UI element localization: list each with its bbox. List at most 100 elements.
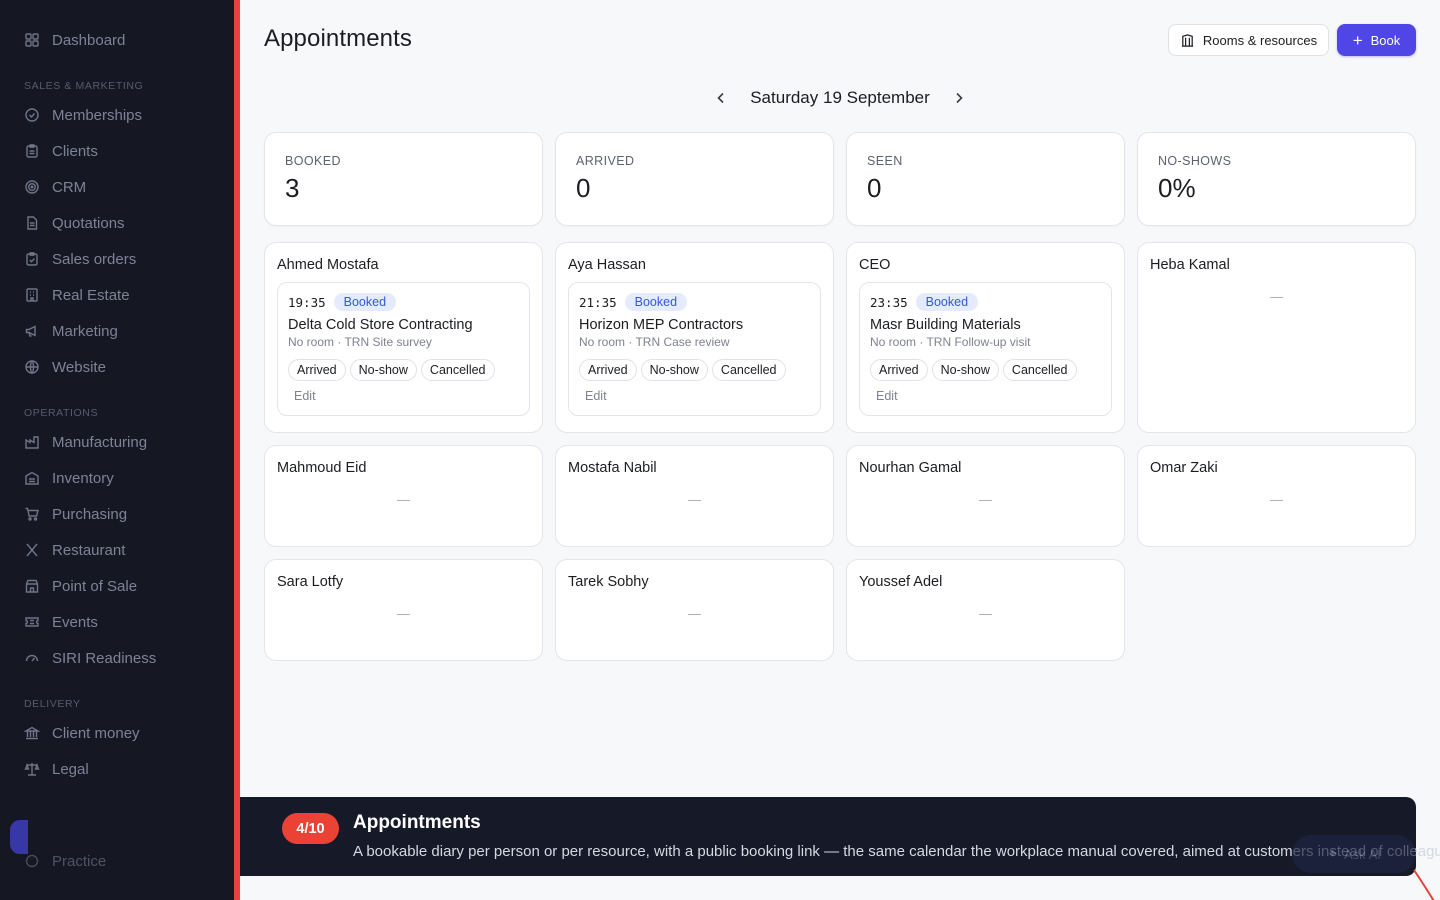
no-show-button[interactable]: No-show <box>640 359 708 381</box>
appointment-meta: No room · TRN Site survey <box>288 335 432 349</box>
sidebar-item-client-money[interactable]: Client money <box>0 715 234 751</box>
sidebar-item-siri-readiness[interactable]: SIRI Readiness <box>0 640 234 676</box>
person-card: Youssef Adel — <box>846 559 1125 661</box>
sidebar-item-events[interactable]: Events <box>0 604 234 640</box>
book-button[interactable]: + Book <box>1337 24 1416 56</box>
edit-link[interactable]: Edit <box>870 389 1101 403</box>
edit-link[interactable]: Edit <box>288 389 519 403</box>
chevron-right-icon[interactable] <box>948 87 970 109</box>
sidebar-collapse-handle[interactable] <box>10 820 28 854</box>
plus-icon: + <box>1352 30 1363 50</box>
sidebar-item-label: Website <box>52 358 106 376</box>
ask-ai-button[interactable]: ✦ Ask AI <box>1292 835 1416 873</box>
sidebar-item-inventory[interactable]: Inventory <box>0 460 234 496</box>
sidebar-item-dashboard[interactable]: Dashboard <box>0 22 234 58</box>
arrived-button[interactable]: Arrived <box>579 359 637 381</box>
store-icon <box>24 578 40 594</box>
dashboard-icon <box>24 32 40 48</box>
no-show-button[interactable]: No-show <box>931 359 999 381</box>
appointment-meta: No room · TRN Follow-up visit <box>870 335 1031 349</box>
person-card: Omar Zaki — <box>1137 445 1416 547</box>
check-circle-icon <box>24 107 40 123</box>
cart-icon <box>24 506 40 522</box>
gauge-icon <box>24 650 40 666</box>
sidebar-item-quotations[interactable]: Quotations <box>0 205 234 241</box>
building-icon <box>24 287 40 303</box>
no-show-button[interactable]: No-show <box>349 359 417 381</box>
appointment-time: 19:35 <box>288 294 326 310</box>
sidebar-item-label: CRM <box>52 178 87 196</box>
person-card: Heba Kamal — <box>1137 242 1416 433</box>
appointment-client: Horizon MEP Contractors <box>579 317 744 333</box>
empty-placeholder: — <box>979 492 992 507</box>
sidebar-item-sales-orders[interactable]: Sales orders <box>0 241 234 277</box>
sidebar-item-real-estate[interactable]: Real Estate <box>0 277 234 313</box>
rooms-resources-button[interactable]: Rooms & resources <box>1168 24 1329 56</box>
sidebar-item-label: Dashboard <box>52 31 126 49</box>
sidebar-section-operations: OPERATIONS <box>24 407 99 419</box>
sidebar-item-label: Purchasing <box>52 505 128 523</box>
stat-label: ARRIVED <box>576 154 635 168</box>
sidebar-item-point-of-sale[interactable]: Point of Sale <box>0 568 234 604</box>
person-name: Tarek Sobhy <box>568 574 649 590</box>
cancelled-button[interactable]: Cancelled <box>711 359 786 381</box>
date-navigator: Saturday 19 September <box>710 84 970 112</box>
arrived-button[interactable]: Arrived <box>870 359 928 381</box>
person-card: Aya Hassan 21:35 Booked Horizon MEP Cont… <box>555 242 834 433</box>
sidebar-item-clients[interactable]: Clients <box>0 133 234 169</box>
current-date: Saturday 19 September <box>750 88 930 107</box>
person-name: Mostafa Nabil <box>568 460 657 476</box>
sidebar-item-restaurant[interactable]: Restaurant <box>0 532 234 568</box>
sidebar-item-website[interactable]: Website <box>0 349 234 385</box>
arrived-button[interactable]: Arrived <box>288 359 346 381</box>
person-name: Aya Hassan <box>568 257 646 273</box>
sidebar-item-memberships[interactable]: Memberships <box>0 97 234 133</box>
bank-icon <box>24 725 40 741</box>
empty-placeholder: — <box>979 606 992 621</box>
book-label: Book <box>1370 32 1401 48</box>
appointment-card[interactable]: 21:35 Booked Horizon MEP Contractors No … <box>568 282 821 416</box>
sidebar-item-label: Sales orders <box>52 250 137 268</box>
status-badge: Booked <box>333 293 397 311</box>
sidebar-item-label: Legal <box>52 760 89 778</box>
utensils-icon <box>24 542 40 558</box>
status-badge: Booked <box>624 293 688 311</box>
chevron-left-icon[interactable] <box>710 87 732 109</box>
edit-link[interactable]: Edit <box>579 389 810 403</box>
person-name: Heba Kamal <box>1150 257 1230 273</box>
person-name: Omar Zaki <box>1150 460 1218 476</box>
sidebar-item-purchasing[interactable]: Purchasing <box>0 496 234 532</box>
building-columns-icon <box>1181 33 1194 47</box>
sidebar-item-practice[interactable]: Practice <box>0 843 234 879</box>
stat-label: BOOKED <box>285 154 341 168</box>
person-card: Nourhan Gamal — <box>846 445 1125 547</box>
clipboard-check-icon <box>24 251 40 267</box>
sidebar-item-marketing[interactable]: Marketing <box>0 313 234 349</box>
sidebar-item-legal[interactable]: Legal <box>0 751 234 787</box>
stat-value: 0 <box>867 173 882 203</box>
person-name: Youssef Adel <box>859 574 943 590</box>
document-icon <box>24 215 40 231</box>
person-card: CEO 23:35 Booked Masr Building Materials… <box>846 242 1125 433</box>
sidebar-item-label: Marketing <box>52 322 118 340</box>
main-content: Appointments Rooms & resources + Book Sa… <box>240 0 1440 900</box>
status-badge: Booked <box>915 293 979 311</box>
sidebar-item-crm[interactable]: CRM <box>0 169 234 205</box>
warehouse-icon <box>24 470 40 486</box>
sidebar-item-label: SIRI Readiness <box>52 649 157 667</box>
tour-banner: 4/10 Appointments A bookable diary per p… <box>240 797 1440 876</box>
person-name: Ahmed Mostafa <box>277 257 379 273</box>
sidebar-item-label: Restaurant <box>52 541 126 559</box>
sidebar-item-manufacturing[interactable]: Manufacturing <box>0 424 234 460</box>
stat-value: 0 <box>576 173 591 203</box>
cancelled-button[interactable]: Cancelled <box>1002 359 1077 381</box>
stat-card-no-shows: NO-SHOWS 0% <box>1137 132 1416 226</box>
empty-placeholder: — <box>397 606 410 621</box>
cancelled-button[interactable]: Cancelled <box>420 359 495 381</box>
appointment-card[interactable]: 19:35 Booked Delta Cold Store Contractin… <box>277 282 530 416</box>
target-icon <box>24 179 40 195</box>
tour-step-badge: 4/10 <box>282 813 339 844</box>
appointment-card[interactable]: 23:35 Booked Masr Building Materials No … <box>859 282 1112 416</box>
factory-icon <box>24 434 40 450</box>
stat-value: 3 <box>285 173 300 203</box>
